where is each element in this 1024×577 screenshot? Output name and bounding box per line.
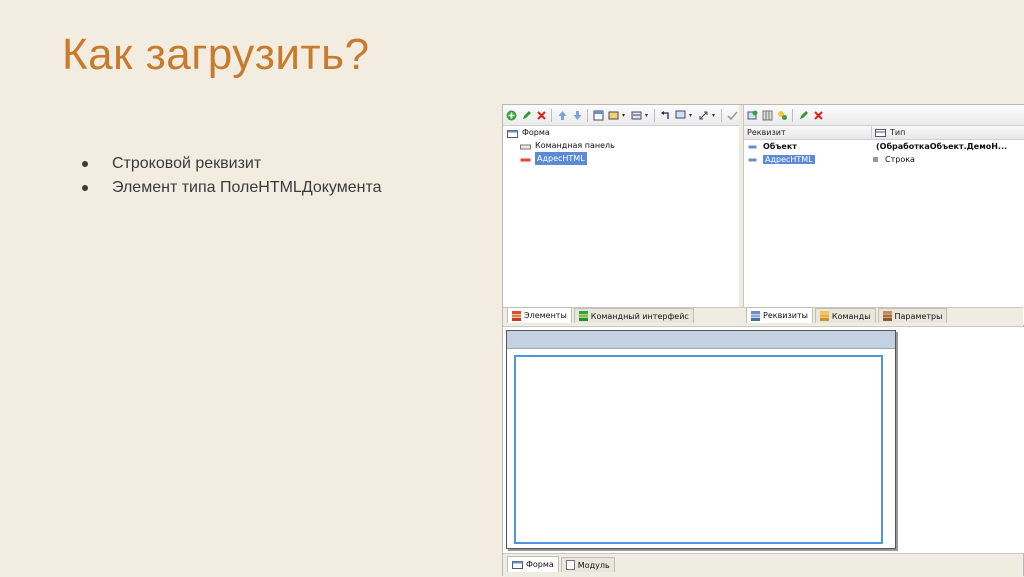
tab-label: Параметры	[894, 311, 943, 321]
tree-item-form[interactable]: Форма	[503, 126, 739, 139]
tab-label: Элементы	[524, 311, 567, 320]
chevron-down-icon[interactable]: ▾	[689, 112, 694, 119]
edit-icon[interactable]	[797, 109, 809, 121]
attributes-grid-header: Реквизит Тип	[744, 126, 1024, 140]
undo-icon[interactable]	[659, 109, 671, 121]
form-designer-window: ▾ ▾ ▾ ▾ Форма Командная панель АдресHTML…	[502, 104, 1024, 577]
attribute-type: (ОбработкаОбъект.ДемоН...	[876, 142, 1008, 151]
tree-item-label: Командная панель	[535, 141, 615, 150]
command-bar-icon	[520, 142, 531, 150]
tab-command-interface[interactable]: Командный интерфейс	[573, 308, 694, 323]
attribute-icon	[748, 145, 757, 148]
parameters-icon	[882, 311, 892, 321]
add-nested-icon[interactable]	[776, 109, 788, 121]
bullet-list: Строковой реквизит Элемент типа ПолеHTML…	[78, 152, 382, 200]
attribute-row-object[interactable]: Объект (ОбработкаОбъект.ДемоН...	[744, 140, 1024, 153]
toolbar-separator	[551, 108, 552, 122]
attribute-type: Строка	[885, 155, 915, 164]
tab-elements[interactable]: Элементы	[507, 307, 572, 323]
add-attribute-icon[interactable]	[746, 109, 758, 121]
toolbar-separator	[721, 108, 722, 122]
bottom-tab-strip: Форма Модуль	[503, 553, 1023, 577]
move-up-icon[interactable]	[556, 109, 568, 121]
panel-icon[interactable]	[592, 109, 604, 121]
edit-icon[interactable]	[520, 109, 532, 121]
tab-label: Командный интерфейс	[590, 311, 689, 321]
check-icon[interactable]	[726, 109, 738, 121]
commands-icon	[819, 311, 829, 321]
form-preview-header	[507, 331, 895, 349]
group-icon[interactable]	[630, 109, 642, 121]
tab-label: Команды	[831, 311, 871, 321]
column-header-label: Тип	[890, 128, 906, 137]
elements-tree: Форма Командная панель АдресHTML	[503, 126, 739, 165]
tab-parameters[interactable]: Параметры	[877, 308, 948, 323]
add-column-icon[interactable]	[761, 109, 773, 121]
html-document-field[interactable]	[514, 355, 883, 544]
bottom-tabs: Форма Модуль	[507, 556, 615, 572]
elements-toolbar: ▾ ▾ ▾ ▾	[503, 105, 739, 126]
resize-icon[interactable]	[697, 109, 709, 121]
elements-pane: ▾ ▾ ▾ ▾ Форма Командная панель АдресHTML	[503, 105, 740, 325]
toolbar-separator	[587, 108, 588, 122]
attributes-tab-icon	[751, 310, 760, 321]
delete-icon[interactable]	[535, 109, 547, 121]
toolbar-separator	[792, 108, 793, 122]
tab-commands[interactable]: Команды	[814, 308, 876, 323]
preview-icon[interactable]	[674, 109, 686, 121]
form-icon	[507, 129, 518, 138]
attribute-icon	[748, 158, 757, 161]
tab-label: Реквизиты	[763, 311, 808, 320]
command-interface-icon	[578, 311, 588, 321]
tree-item-label: Форма	[522, 128, 550, 137]
chevron-down-icon[interactable]: ▾	[622, 112, 627, 119]
type-icon	[873, 157, 878, 162]
tab-label: Модуль	[577, 560, 610, 570]
tree-item-html-address[interactable]: АдресHTML	[503, 152, 739, 165]
field-icon	[520, 155, 531, 163]
table-icon	[875, 128, 886, 137]
tab-attributes[interactable]: Реквизиты	[746, 307, 813, 323]
add-icon[interactable]	[505, 109, 517, 121]
attributes-pane: Реквизит Тип Объект (ОбработкаОбъект.Дем…	[743, 105, 1024, 325]
toolbar-separator	[654, 108, 655, 122]
form-preview-area	[503, 327, 1024, 553]
chevron-down-icon[interactable]: ▾	[645, 112, 650, 119]
attributes-tabs: Реквизиты Команды Параметры	[746, 307, 948, 323]
elements-tabs: Элементы Командный интерфейс	[507, 307, 694, 323]
attributes-toolbar	[744, 105, 1024, 126]
form-preview	[506, 330, 896, 549]
bullet-item: Элемент типа ПолеHTMLДокумента	[78, 176, 382, 200]
delete-icon[interactable]	[812, 109, 824, 121]
tab-label: Форма	[526, 560, 554, 569]
tree-item-command-bar[interactable]: Командная панель	[503, 139, 739, 152]
tree-item-label: АдресHTML	[535, 152, 587, 165]
column-header-type[interactable]: Тип	[872, 128, 905, 137]
chevron-down-icon[interactable]: ▾	[712, 112, 717, 119]
slide-title: Как загрузить?	[62, 30, 370, 79]
layout-icon[interactable]	[607, 109, 619, 121]
attribute-name: Объект	[763, 142, 797, 151]
bullet-item: Строковой реквизит	[78, 152, 382, 176]
module-icon	[565, 560, 575, 570]
column-header-attribute[interactable]: Реквизит	[744, 126, 872, 139]
attribute-row-html-address[interactable]: АдресHTML Строка	[744, 153, 1024, 166]
attribute-name: АдресHTML	[763, 155, 815, 164]
form-icon	[512, 560, 523, 569]
elements-icon	[512, 310, 521, 321]
tab-form[interactable]: Форма	[507, 556, 559, 572]
move-down-icon[interactable]	[571, 109, 583, 121]
tab-module[interactable]: Модуль	[560, 557, 615, 572]
